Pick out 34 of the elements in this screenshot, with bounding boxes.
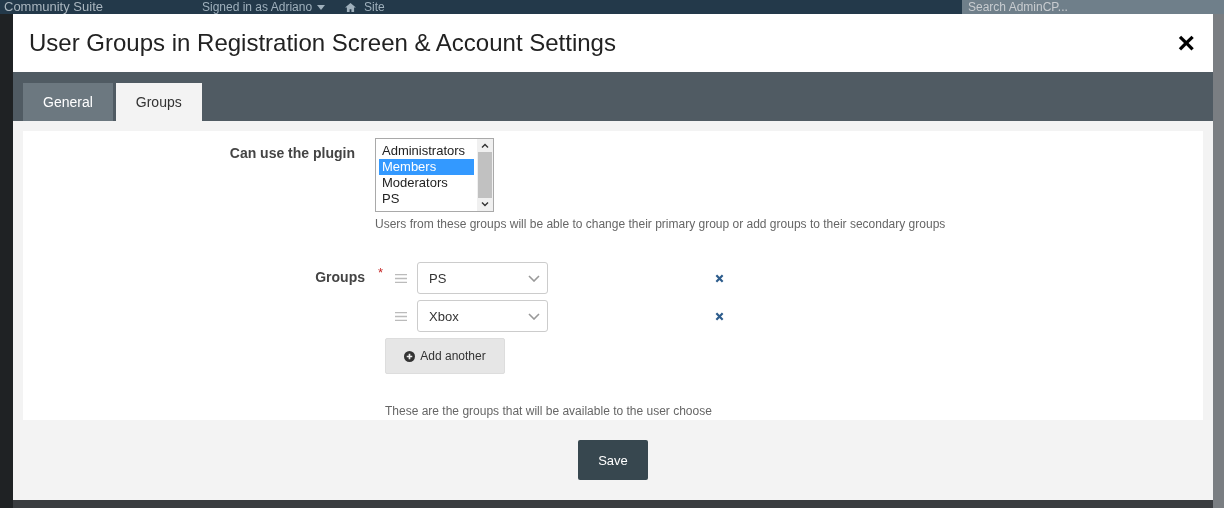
drag-handle-icon[interactable] — [395, 273, 407, 283]
group-select[interactable]: Xbox — [417, 300, 548, 332]
field-description: Users from these groups will be able to change their primary group or add groups to their secondary groups — [375, 217, 946, 231]
remove-icon[interactable] — [715, 273, 724, 283]
site-link[interactable]: Site — [364, 0, 385, 14]
user-menu[interactable]: Signed in as Adriano — [202, 0, 326, 14]
required-mark: * — [378, 264, 385, 280]
remove-icon[interactable] — [715, 311, 724, 321]
close-button[interactable]: × — [1175, 29, 1197, 57]
scroll-up-icon[interactable] — [481, 143, 489, 148]
listbox-option[interactable]: Moderators — [379, 175, 474, 191]
scrollbar[interactable] — [477, 139, 493, 211]
chevron-down-icon — [528, 274, 540, 282]
group-listbox[interactable]: Administrators Members Moderators PS — [375, 138, 494, 212]
listbox-option[interactable]: PS — [379, 191, 474, 207]
plus-circle-icon — [404, 350, 416, 362]
listbox-option[interactable]: Administrators — [379, 143, 474, 159]
chevron-down-icon — [528, 312, 540, 320]
field-description: These are the groups that will be available to the user choose — [385, 404, 713, 418]
tab[interactable]: Groups — [115, 83, 202, 121]
add-another-button[interactable]: Add another — [385, 338, 505, 374]
brand-title: Community Suite — [4, 0, 104, 14]
home-icon — [345, 2, 357, 12]
tab[interactable]: General — [23, 83, 113, 121]
field-label: Groups — [315, 268, 365, 285]
drag-handle-icon[interactable] — [395, 311, 407, 321]
modal-title: User Groups in Registration Screen & Account Settings — [29, 29, 616, 57]
save-button[interactable]: Save — [578, 440, 648, 480]
scroll-down-icon[interactable] — [481, 202, 489, 207]
search-field[interactable]: Search AdminCP... — [962, 0, 1224, 14]
group-select[interactable]: PS — [417, 262, 548, 294]
field-label: Can use the plugin — [229, 144, 355, 161]
caret-icon — [317, 4, 326, 10]
scroll-thumb[interactable] — [478, 152, 492, 198]
